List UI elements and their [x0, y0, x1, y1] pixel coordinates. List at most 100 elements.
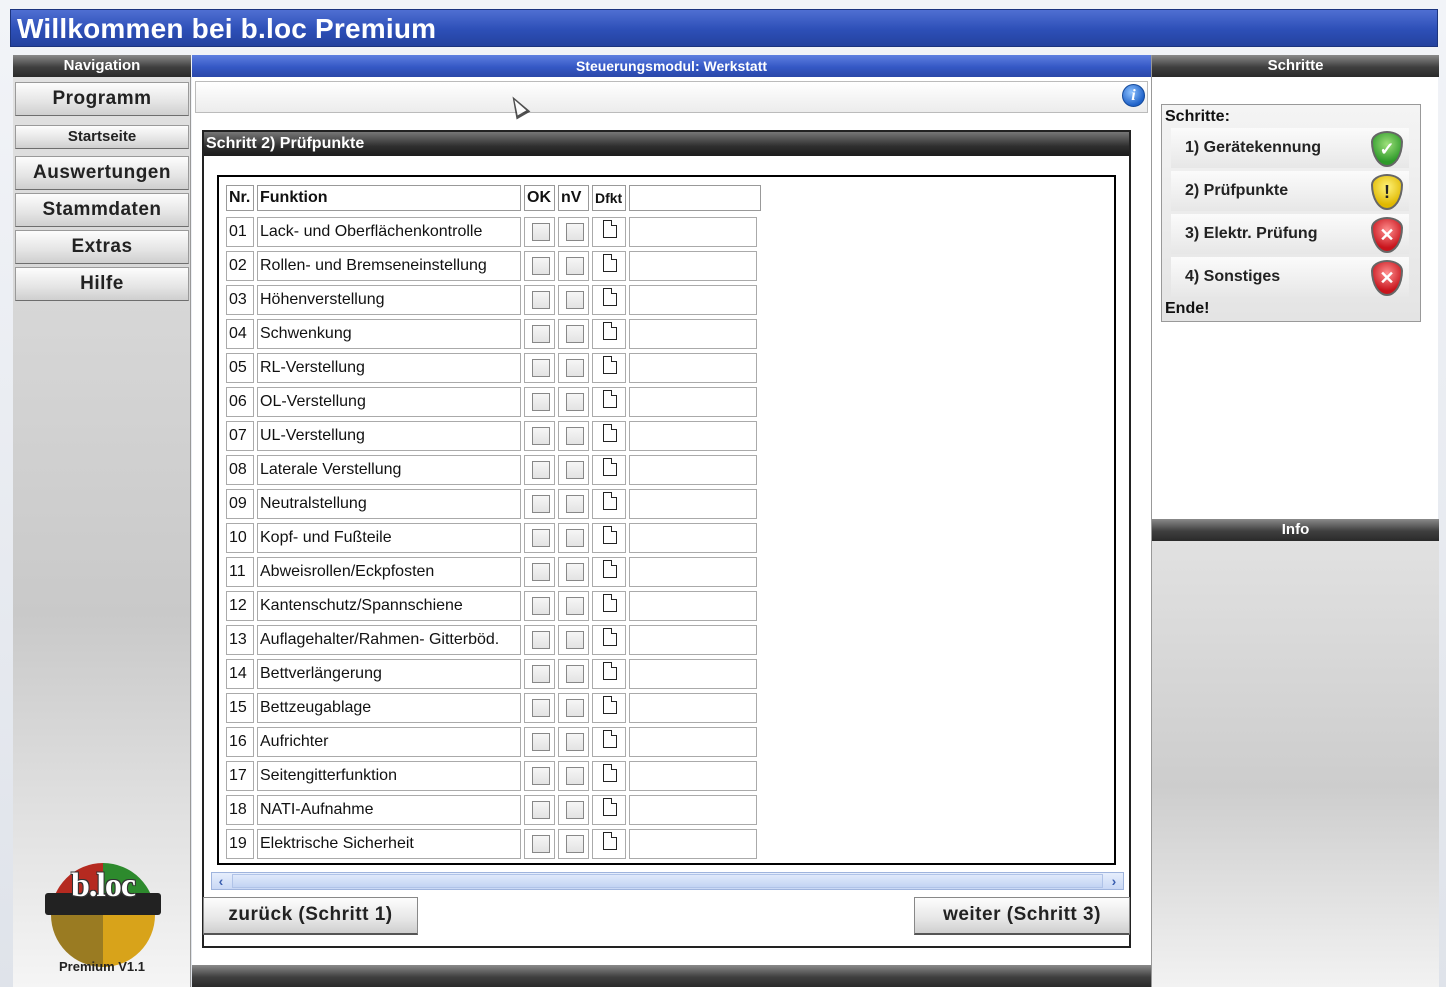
nv-checkbox[interactable]	[565, 664, 584, 683]
scrollbar-thumb[interactable]	[232, 874, 1103, 888]
nv-checkbox[interactable]	[565, 460, 584, 479]
document-icon[interactable]	[603, 458, 617, 476]
remark-input[interactable]	[629, 387, 757, 417]
step-label: 2) Prüfpunkte	[1185, 182, 1289, 199]
document-icon[interactable]	[603, 764, 617, 782]
nv-checkbox[interactable]	[565, 426, 584, 445]
nav-startseite-button[interactable]: Startseite	[15, 125, 189, 149]
row-number: 17	[226, 761, 254, 791]
remark-input[interactable]	[629, 353, 757, 383]
nav-auswertungen-button[interactable]: Auswertungen	[15, 156, 189, 190]
step-item-3[interactable]: 3) Elektr. Prüfung ✕	[1171, 214, 1409, 254]
remark-input[interactable]	[629, 625, 757, 655]
horizontal-scrollbar[interactable]: ‹ ›	[211, 872, 1124, 890]
remark-input[interactable]	[629, 489, 757, 519]
document-icon[interactable]	[603, 832, 617, 850]
ok-checkbox[interactable]	[531, 528, 550, 547]
scroll-left-icon[interactable]: ‹	[212, 873, 230, 889]
ok-checkbox[interactable]	[531, 324, 550, 343]
document-icon[interactable]	[603, 798, 617, 816]
shield-warning-icon: !	[1371, 174, 1403, 210]
nv-checkbox[interactable]	[565, 834, 584, 853]
remark-input[interactable]	[629, 455, 757, 485]
nv-checkbox[interactable]	[565, 256, 584, 275]
document-icon[interactable]	[603, 288, 617, 306]
nv-checkbox[interactable]	[565, 528, 584, 547]
ok-checkbox[interactable]	[531, 460, 550, 479]
ok-checkbox[interactable]	[531, 732, 550, 751]
nv-checkbox[interactable]	[565, 732, 584, 751]
document-icon[interactable]	[603, 356, 617, 374]
remark-input[interactable]	[629, 251, 757, 281]
ok-checkbox[interactable]	[531, 358, 550, 377]
remark-input[interactable]	[629, 659, 757, 689]
remark-input[interactable]	[629, 421, 757, 451]
nv-checkbox[interactable]	[565, 800, 584, 819]
nav-programm-button[interactable]: Programm	[15, 82, 189, 116]
nv-checkbox[interactable]	[565, 494, 584, 513]
document-icon[interactable]	[603, 560, 617, 578]
document-icon[interactable]	[603, 254, 617, 272]
remark-input[interactable]	[629, 217, 757, 247]
remark-input[interactable]	[629, 557, 757, 587]
ok-checkbox[interactable]	[531, 222, 550, 241]
ok-checkbox[interactable]	[531, 664, 550, 683]
step-item-4[interactable]: 4) Sonstiges ✕	[1171, 257, 1409, 297]
document-icon[interactable]	[603, 526, 617, 544]
ok-checkbox[interactable]	[531, 596, 550, 615]
ok-checkbox[interactable]	[531, 392, 550, 411]
info-icon[interactable]: i	[1122, 84, 1145, 107]
document-icon[interactable]	[603, 662, 617, 680]
remark-input[interactable]	[629, 285, 757, 315]
ok-checkbox[interactable]	[531, 290, 550, 309]
nav-stammdaten-button[interactable]: Stammdaten	[15, 193, 189, 227]
document-icon[interactable]	[603, 492, 617, 510]
nv-checkbox[interactable]	[565, 766, 584, 785]
nv-checkbox[interactable]	[565, 290, 584, 309]
document-icon[interactable]	[603, 390, 617, 408]
document-icon[interactable]	[603, 220, 617, 238]
step-item-2[interactable]: 2) Prüfpunkte !	[1171, 171, 1409, 211]
remark-input[interactable]	[629, 319, 757, 349]
document-icon[interactable]	[603, 696, 617, 714]
nv-checkbox[interactable]	[565, 358, 584, 377]
ok-checkbox[interactable]	[531, 256, 550, 275]
ok-checkbox[interactable]	[531, 562, 550, 581]
nv-checkbox[interactable]	[565, 698, 584, 717]
ok-checkbox[interactable]	[531, 698, 550, 717]
row-function: OL-Verstellung	[257, 387, 521, 417]
document-icon[interactable]	[603, 628, 617, 646]
nv-checkbox[interactable]	[565, 596, 584, 615]
next-button[interactable]: weiter (Schritt 3)	[914, 897, 1130, 935]
remark-input[interactable]	[629, 591, 757, 621]
ok-checkbox[interactable]	[531, 834, 550, 853]
remark-input[interactable]	[629, 829, 757, 859]
remark-input[interactable]	[629, 523, 757, 553]
row-number: 19	[226, 829, 254, 859]
document-icon[interactable]	[603, 730, 617, 748]
nav-hilfe-button[interactable]: Hilfe	[15, 267, 189, 301]
step-item-1[interactable]: 1) Gerätekennung ✓	[1171, 128, 1409, 168]
ok-checkbox[interactable]	[531, 766, 550, 785]
nv-checkbox[interactable]	[565, 630, 584, 649]
remark-input[interactable]	[629, 693, 757, 723]
back-button[interactable]: zurück (Schritt 1)	[203, 897, 418, 935]
remark-input[interactable]	[629, 727, 757, 757]
ok-checkbox[interactable]	[531, 494, 550, 513]
remark-input[interactable]	[629, 795, 757, 825]
ok-checkbox[interactable]	[531, 426, 550, 445]
nv-checkbox[interactable]	[565, 562, 584, 581]
remark-input[interactable]	[629, 761, 757, 791]
ok-checkbox[interactable]	[531, 800, 550, 819]
scroll-right-icon[interactable]: ›	[1105, 873, 1123, 889]
document-icon[interactable]	[603, 322, 617, 340]
nv-checkbox[interactable]	[565, 392, 584, 411]
ok-checkbox[interactable]	[531, 630, 550, 649]
nav-extras-button[interactable]: Extras	[15, 230, 189, 264]
nv-checkbox[interactable]	[565, 222, 584, 241]
document-icon[interactable]	[603, 424, 617, 442]
nv-checkbox[interactable]	[565, 324, 584, 343]
table-row: 03 Höhenverstellung	[226, 283, 761, 317]
document-icon[interactable]	[603, 594, 617, 612]
row-function: Aufrichter	[257, 727, 521, 757]
